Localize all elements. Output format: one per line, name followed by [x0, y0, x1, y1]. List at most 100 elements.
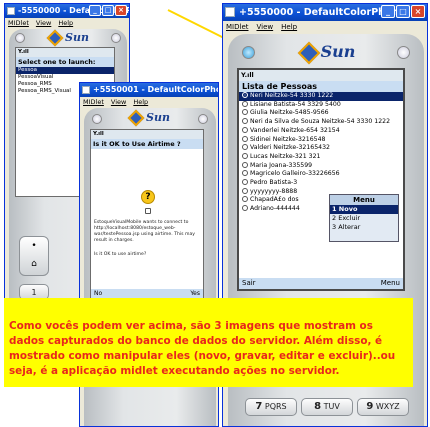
- options-menu: Menu 1 Novo 2 Excluir 3 Alterar: [329, 194, 399, 242]
- person-list-item[interactable]: Lucas Neitzke-321 321: [239, 152, 403, 162]
- menu-help[interactable]: Help: [281, 21, 297, 33]
- screen-title: Is it OK to Use Airtime ?: [91, 139, 203, 149]
- person-label: Vanderlei Neitzke-654 32154: [250, 126, 340, 134]
- screen-title: Select one to launch:: [16, 57, 114, 67]
- person-list-item[interactable]: Magricelo Galleiro-33226656: [239, 170, 403, 179]
- menu-help[interactable]: Help: [133, 97, 148, 108]
- app-icon: [7, 7, 15, 15]
- phone-left-dot-button[interactable]: [242, 46, 255, 59]
- menu-item-alterar[interactable]: 3 Alterar: [330, 223, 398, 232]
- sun-diamond-icon: [297, 41, 320, 64]
- key-9[interactable]: 9 WXYZ: [357, 398, 409, 416]
- title-bar[interactable]: -5550000 - DefaultColorPhone _ □ ×: [5, 4, 129, 18]
- phone-right-dot-button[interactable]: [198, 114, 208, 124]
- person-list-item[interactable]: Pedro Batista-3: [239, 179, 403, 188]
- menu-view[interactable]: View: [257, 21, 274, 33]
- key-7[interactable]: 7 PQRS: [245, 398, 297, 416]
- signal-icon: Y.ıll: [16, 48, 114, 57]
- menu-item-novo[interactable]: 1 Novo: [330, 205, 398, 214]
- radio-icon[interactable]: [242, 109, 248, 116]
- phone-screen: Y.ıll Lista de Pessoas Neri Neitzke-54 3…: [237, 68, 405, 291]
- phone-screen: Y.ıll Is it OK to Use Airtime ? ? Estoqu…: [90, 129, 204, 299]
- menu-help[interactable]: Help: [58, 18, 73, 29]
- radio-icon[interactable]: [242, 187, 248, 194]
- list-item[interactable]: Pessoa: [16, 67, 114, 74]
- menu-view[interactable]: View: [111, 97, 126, 108]
- radio-icon[interactable]: [242, 161, 248, 168]
- person-list-item[interactable]: Maria Joana-335599: [239, 161, 403, 171]
- soft-key-menu[interactable]: Menu: [381, 278, 400, 289]
- close-button[interactable]: ×: [115, 5, 127, 16]
- menu-bar: MIDlet View Help: [5, 18, 129, 29]
- app-icon: [82, 86, 90, 94]
- radio-icon[interactable]: [242, 144, 248, 151]
- person-list-item[interactable]: Neri Neitzke-54 3330 1222: [239, 92, 403, 101]
- alert-message: EstoqueVisualMobile wants to connect to …: [94, 220, 196, 243]
- person-label: Sidinei Neitzke-3216548: [250, 135, 326, 143]
- person-label: yyyyyyyy-8888: [250, 187, 298, 195]
- menu-bar: MIDlet View Help: [80, 97, 218, 108]
- person-label: Lucas Neitzke-321 321: [250, 152, 321, 160]
- person-list-item[interactable]: Lisiane Batista-54 3329 5400: [239, 100, 403, 110]
- window-title: +5550000 - DefaultColorPhone: [239, 7, 405, 18]
- phone-right-dot-button[interactable]: [111, 33, 121, 43]
- soft-key-sair[interactable]: Sair: [242, 278, 256, 289]
- soft-key-bar: Sair Menu: [239, 278, 403, 289]
- radio-icon[interactable]: [242, 118, 248, 125]
- menu-midlet[interactable]: MIDlet: [226, 21, 249, 33]
- menu-midlet[interactable]: MIDlet: [83, 97, 104, 108]
- menu-item-excluir[interactable]: 2 Excluir: [330, 214, 398, 223]
- radio-icon[interactable]: [242, 170, 248, 177]
- sun-logo: Sun: [288, 41, 368, 64]
- minimize-button[interactable]: _: [89, 5, 101, 16]
- person-list-item[interactable]: Sidinei Neitzke-3216548: [239, 135, 403, 145]
- person-list-item[interactable]: Neri da Silva de Souza Neitzke-54 3330 1…: [239, 118, 403, 127]
- person-list-item[interactable]: Vanderlei Neitzke-654 32154: [239, 126, 403, 136]
- radio-icon[interactable]: [242, 196, 248, 203]
- question-icon: ?: [141, 190, 155, 204]
- radio-icon[interactable]: [242, 205, 248, 212]
- call-key[interactable]: • ⌂: [19, 236, 49, 276]
- radio-icon[interactable]: [242, 135, 248, 142]
- radio-icon[interactable]: [242, 92, 248, 98]
- sun-logo: Sun: [120, 109, 180, 127]
- menu-title: Menu: [330, 195, 398, 205]
- list-item[interactable]: PessoaVisual: [16, 74, 114, 81]
- radio-icon[interactable]: [242, 179, 248, 186]
- radio-icon[interactable]: [242, 100, 248, 107]
- close-button[interactable]: ×: [411, 5, 425, 18]
- soft-key-no[interactable]: No: [94, 289, 102, 298]
- menu-midlet[interactable]: MIDlet: [8, 18, 29, 29]
- person-label: Adriano-444444: [250, 205, 300, 213]
- sun-logo: Sun: [39, 29, 99, 47]
- person-label: ChapadÃ£o dos: [250, 196, 299, 204]
- minimize-button[interactable]: _: [381, 5, 395, 18]
- menu-view[interactable]: View: [36, 18, 51, 29]
- radio-icon[interactable]: [242, 126, 248, 133]
- person-list-item[interactable]: Valderi Neitzke-32165432: [239, 144, 403, 153]
- person-label: Valderi Neitzke-32165432: [250, 144, 330, 152]
- radio-icon[interactable]: [242, 152, 248, 159]
- app-icon: [225, 7, 235, 17]
- title-bar[interactable]: +5550000 - DefaultColorPhone _ □ ×: [223, 4, 427, 21]
- menu-bar: MIDlet View Help: [223, 21, 427, 33]
- key-8[interactable]: 8 TUV: [301, 398, 353, 416]
- person-list-item[interactable]: Giulia Neitzke-5485-9566: [239, 109, 403, 118]
- lock-icon: [145, 208, 151, 214]
- person-label: Neri da Silva de Souza Neitzke-54 3330 1…: [250, 118, 391, 126]
- phone-right-dot-button[interactable]: [397, 46, 410, 59]
- soft-key-yes[interactable]: Yes: [190, 289, 200, 298]
- phone-left-dot-button[interactable]: [92, 114, 102, 124]
- maximize-button[interactable]: □: [102, 5, 114, 16]
- person-label: Neri Neitzke-54 3330 1222: [250, 92, 334, 99]
- maximize-button[interactable]: □: [396, 5, 410, 18]
- title-bar[interactable]: +5550001 - DefaultColorPhone: [80, 83, 218, 97]
- phone-left-dot-button[interactable]: [15, 33, 25, 43]
- sun-diamond-icon: [46, 29, 64, 47]
- person-label: Lisiane Batista-54 3329 5400: [250, 100, 341, 108]
- person-label: Maria Joana-335599: [250, 161, 313, 169]
- alert-question: Is it OK to use airtime?: [94, 252, 147, 257]
- soft-key-bar: No Yes: [91, 289, 203, 298]
- window-title: +5550001 - DefaultColorPhone: [93, 85, 219, 94]
- sun-diamond-icon: [127, 109, 145, 127]
